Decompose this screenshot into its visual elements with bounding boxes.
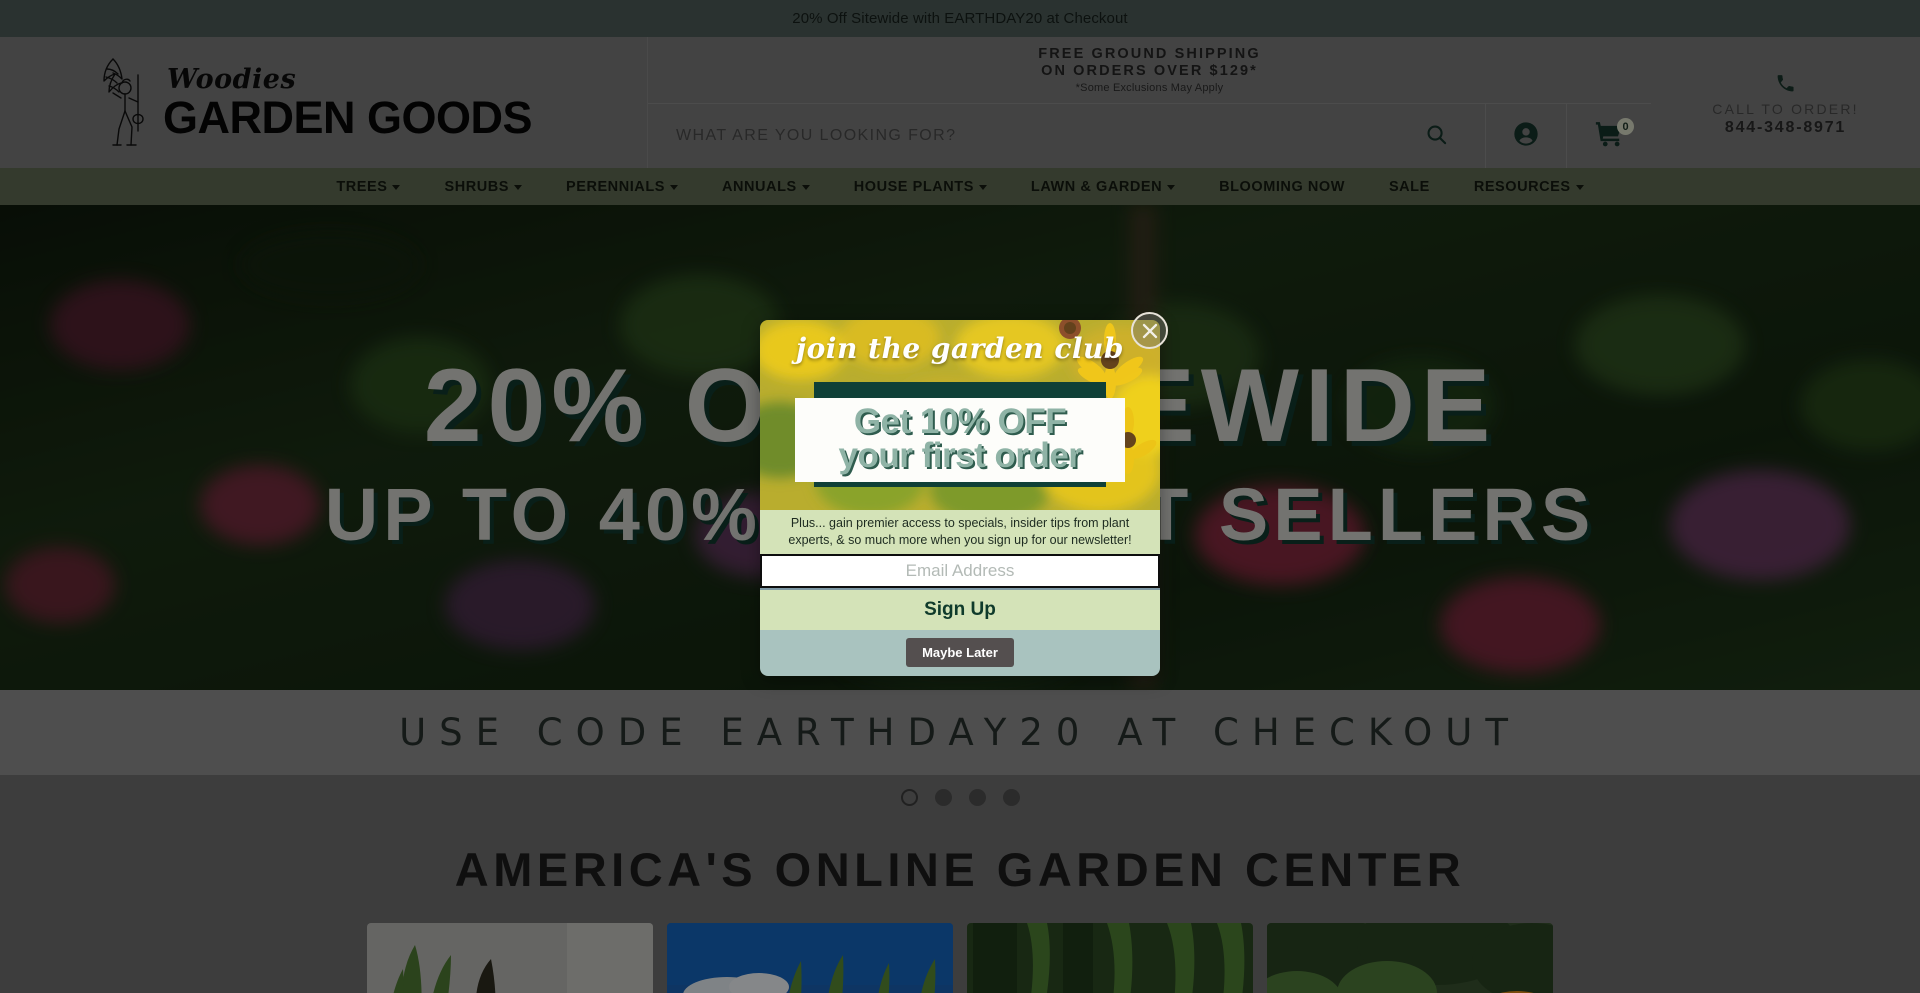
page-root: 20% Off Sitewide with EARTHDAY20 at Chec… bbox=[0, 0, 1920, 993]
modal-description: Plus... gain premier access to specials,… bbox=[760, 509, 1160, 555]
nav-item-perennials[interactable]: PERENNIALS bbox=[544, 179, 700, 195]
nav-item-sale[interactable]: SALE bbox=[1367, 179, 1452, 195]
nav-item-label: PERENNIALS bbox=[566, 178, 665, 195]
nav-item-label: HOUSE PLANTS bbox=[853, 178, 974, 195]
nav-item-label: LAWN & GARDEN bbox=[1030, 178, 1163, 195]
promo-banner[interactable]: 20% Off Sitewide with EARTHDAY20 at Chec… bbox=[0, 0, 1920, 37]
main-navigation: TREES SHRUBS PERENNIALS ANNUALS HOUSE PLANTS… bbox=[0, 168, 1920, 205]
phone-number: 844-348-8971 bbox=[1724, 119, 1847, 136]
nav-item-resources[interactable]: RESOURCES bbox=[1452, 179, 1606, 195]
modal-footer: Maybe Later bbox=[760, 629, 1160, 676]
logo-wordmark: Woodies GARDEN GOODS bbox=[163, 63, 533, 143]
modal-hero: join the garden club Get 10% OFF your fi… bbox=[760, 320, 1160, 510]
logo-script-text: Woodies bbox=[167, 63, 297, 95]
nav-item-label: SALE bbox=[1388, 178, 1430, 195]
search-container bbox=[648, 104, 1485, 168]
search-submit-button[interactable] bbox=[1413, 123, 1459, 149]
garden-club-signup-modal: join the garden club Get 10% OFF your fi… bbox=[760, 312, 1168, 676]
nav-item-trees[interactable]: TREES bbox=[314, 179, 422, 195]
cart-count-badge: 0 bbox=[1617, 118, 1634, 135]
search-row: 0 bbox=[648, 103, 1651, 168]
modal-offer-panel: Get 10% OFF your first order bbox=[795, 398, 1125, 483]
carousel-dot-1[interactable] bbox=[900, 789, 918, 806]
shipping-line-2: ON ORDERS OVER $129* bbox=[1041, 62, 1258, 79]
house-plants-card[interactable] bbox=[367, 923, 653, 993]
carousel-dots bbox=[0, 775, 1920, 820]
shipping-promo: FREE GROUND SHIPPING ON ORDERS OVER $129… bbox=[648, 37, 1651, 103]
account-button[interactable] bbox=[1485, 104, 1566, 168]
email-input[interactable] bbox=[760, 554, 1160, 589]
promo-code-text: USE CODE EARTHDAY20 AT CHECKOUT bbox=[399, 711, 1521, 754]
site-header: Woodies GARDEN GOODS FREE GROUND SHIPPIN… bbox=[0, 37, 1920, 168]
header-middle: FREE GROUND SHIPPING ON ORDERS OVER $129… bbox=[648, 37, 1651, 168]
shipping-exclusions-note: *Some Exclusions May Apply bbox=[1075, 81, 1224, 94]
carousel-dot-2[interactable] bbox=[934, 789, 952, 806]
logo-main-text: GARDEN GOODS bbox=[163, 91, 533, 143]
cart-button[interactable]: 0 bbox=[1566, 104, 1651, 168]
chevron-down-icon bbox=[978, 185, 987, 190]
search-input[interactable] bbox=[676, 127, 1413, 145]
shipping-line-1: FREE GROUND SHIPPING bbox=[1038, 46, 1261, 63]
chevron-down-icon bbox=[801, 185, 810, 190]
modal-offer-line-1: Get 10% OFF bbox=[853, 402, 1067, 441]
nav-item-label: BLOOMING NOW bbox=[1219, 178, 1345, 195]
nav-item-label: RESOURCES bbox=[1473, 178, 1571, 195]
close-icon[interactable] bbox=[1131, 312, 1168, 349]
nav-item-annuals[interactable]: ANNUALS bbox=[700, 179, 832, 195]
ornamental-grass-card[interactable] bbox=[667, 923, 953, 993]
account-circle-icon bbox=[1512, 120, 1540, 153]
sign-up-button[interactable]: Sign Up bbox=[760, 588, 1160, 630]
site-logo[interactable]: Woodies GARDEN GOODS bbox=[0, 37, 648, 168]
chevron-down-icon bbox=[1575, 185, 1584, 190]
nav-item-lawn-garden[interactable]: LAWN & GARDEN bbox=[1009, 179, 1197, 195]
nav-item-house-plants[interactable]: HOUSE PLANTS bbox=[832, 179, 1009, 195]
carousel-dot-4[interactable] bbox=[1002, 789, 1020, 806]
chevron-down-icon bbox=[1167, 185, 1176, 190]
nav-item-blooming-now[interactable]: BLOOMING NOW bbox=[1197, 179, 1367, 195]
nav-item-label: ANNUALS bbox=[721, 178, 797, 195]
nav-item-shrubs[interactable]: SHRUBS bbox=[422, 179, 544, 195]
modal-email-wrapper bbox=[760, 554, 1160, 589]
shrubs-card[interactable] bbox=[1267, 923, 1553, 993]
promo-banner-text: 20% Off Sitewide with EARTHDAY20 at Chec… bbox=[792, 10, 1128, 27]
carousel-dot-3[interactable] bbox=[968, 789, 986, 806]
modal-offer-line-2: your first order bbox=[838, 435, 1082, 475]
nav-item-label: TREES bbox=[336, 178, 388, 195]
page-title-section: AMERICA'S ONLINE GARDEN CENTER bbox=[0, 820, 1920, 923]
flowering-tree-card[interactable] bbox=[967, 923, 1253, 993]
call-to-order-label: CALL TO ORDER! bbox=[1712, 101, 1859, 117]
promo-code-band: USE CODE EARTHDAY20 AT CHECKOUT bbox=[0, 690, 1920, 775]
page-title: AMERICA'S ONLINE GARDEN CENTER bbox=[454, 843, 1466, 896]
chevron-down-icon bbox=[669, 185, 678, 190]
modal-inner: join the garden club Get 10% OFF your fi… bbox=[760, 320, 1160, 676]
maybe-later-button[interactable]: Maybe Later bbox=[906, 638, 1014, 668]
nav-item-label: SHRUBS bbox=[444, 178, 509, 195]
category-card-row bbox=[0, 923, 1920, 993]
woodsman-with-tree-icon bbox=[95, 53, 155, 153]
chevron-down-icon bbox=[514, 185, 522, 190]
chevron-down-icon bbox=[392, 185, 401, 190]
modal-script-title: join the garden club bbox=[796, 332, 1124, 365]
call-to-order-block[interactable]: CALL TO ORDER! 844-348-8971 bbox=[1651, 37, 1920, 168]
search-icon bbox=[1425, 123, 1448, 149]
phone-icon bbox=[1775, 73, 1796, 99]
